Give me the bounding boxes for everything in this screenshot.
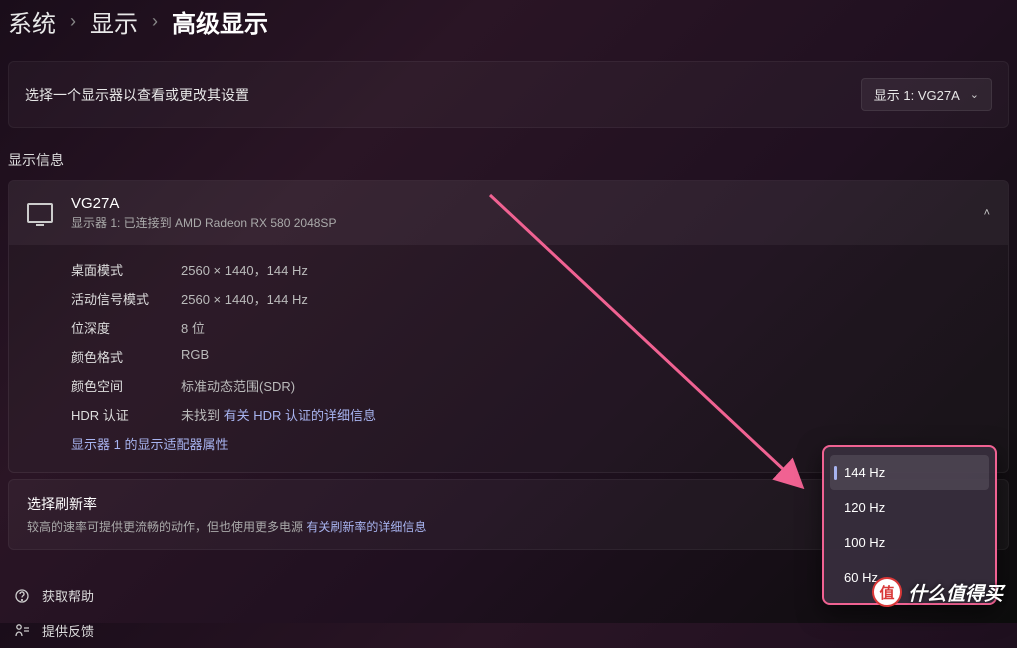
chevron-down-icon: ⌄ bbox=[970, 88, 979, 101]
chevron-right-icon: › bbox=[70, 11, 76, 32]
refresh-rate-dropdown-menu: 144 Hz 120 Hz 100 Hz 60 Hz bbox=[822, 445, 997, 605]
refresh-rate-info-link[interactable]: 有关刷新率的详细信息 bbox=[306, 520, 426, 534]
breadcrumb: 系统 › 显示 › 高级显示 bbox=[0, 0, 1017, 53]
display-info-card: VG27A 显示器 1: 已连接到 AMD Radeon RX 580 2048… bbox=[8, 180, 1009, 473]
help-icon bbox=[14, 588, 30, 604]
give-feedback-link[interactable]: 提供反馈 bbox=[8, 613, 1017, 648]
refresh-option-120[interactable]: 120 Hz bbox=[830, 490, 989, 525]
display-info-body: 桌面模式 2560 × 1440，144 Hz 活动信号模式 2560 × 14… bbox=[9, 245, 1008, 472]
display-info-header[interactable]: VG27A 显示器 1: 已连接到 AMD Radeon RX 580 2048… bbox=[9, 181, 1008, 245]
feedback-icon bbox=[14, 623, 30, 639]
adapter-properties-link[interactable]: 显示器 1 的显示适配器属性 bbox=[71, 434, 228, 453]
hdr-info-link[interactable]: 有关 HDR 认证的详细信息 bbox=[224, 408, 376, 423]
display-selector-dropdown[interactable]: 显示 1: VG27A ⌄ bbox=[861, 78, 992, 111]
section-heading-display-info: 显示信息 bbox=[8, 150, 1009, 170]
row-desktop-mode: 桌面模式 2560 × 1440，144 Hz bbox=[71, 255, 946, 284]
dropdown-value: 显示 1: VG27A bbox=[874, 85, 960, 104]
row-active-signal: 活动信号模式 2560 × 1440，144 Hz bbox=[71, 284, 946, 313]
crumb-advanced-display: 高级显示 bbox=[172, 4, 268, 39]
row-bit-depth: 位深度 8 位 bbox=[71, 313, 946, 342]
row-color-format: 颜色格式 RGB bbox=[71, 342, 946, 371]
crumb-system[interactable]: 系统 bbox=[8, 4, 56, 39]
monitor-name: VG27A bbox=[71, 195, 966, 212]
chevron-right-icon: › bbox=[152, 11, 158, 32]
chevron-up-icon: ˄ bbox=[984, 207, 990, 219]
row-color-space: 颜色空间 标准动态范围(SDR) bbox=[71, 371, 946, 400]
refresh-option-60[interactable]: 60 Hz bbox=[830, 560, 989, 595]
display-selector-panel: 选择一个显示器以查看或更改其设置 显示 1: VG27A ⌄ bbox=[8, 61, 1009, 128]
row-adapter-link: 显示器 1 的显示适配器属性 bbox=[71, 429, 946, 458]
row-hdr: HDR 认证 未找到 有关 HDR 认证的详细信息 bbox=[71, 400, 946, 429]
monitor-connection: 显示器 1: 已连接到 AMD Radeon RX 580 2048SP bbox=[71, 214, 966, 231]
refresh-option-100[interactable]: 100 Hz bbox=[830, 525, 989, 560]
refresh-option-144[interactable]: 144 Hz bbox=[830, 455, 989, 490]
selector-label: 选择一个显示器以查看或更改其设置 bbox=[25, 85, 249, 105]
monitor-icon bbox=[27, 203, 53, 223]
crumb-display[interactable]: 显示 bbox=[90, 4, 138, 39]
